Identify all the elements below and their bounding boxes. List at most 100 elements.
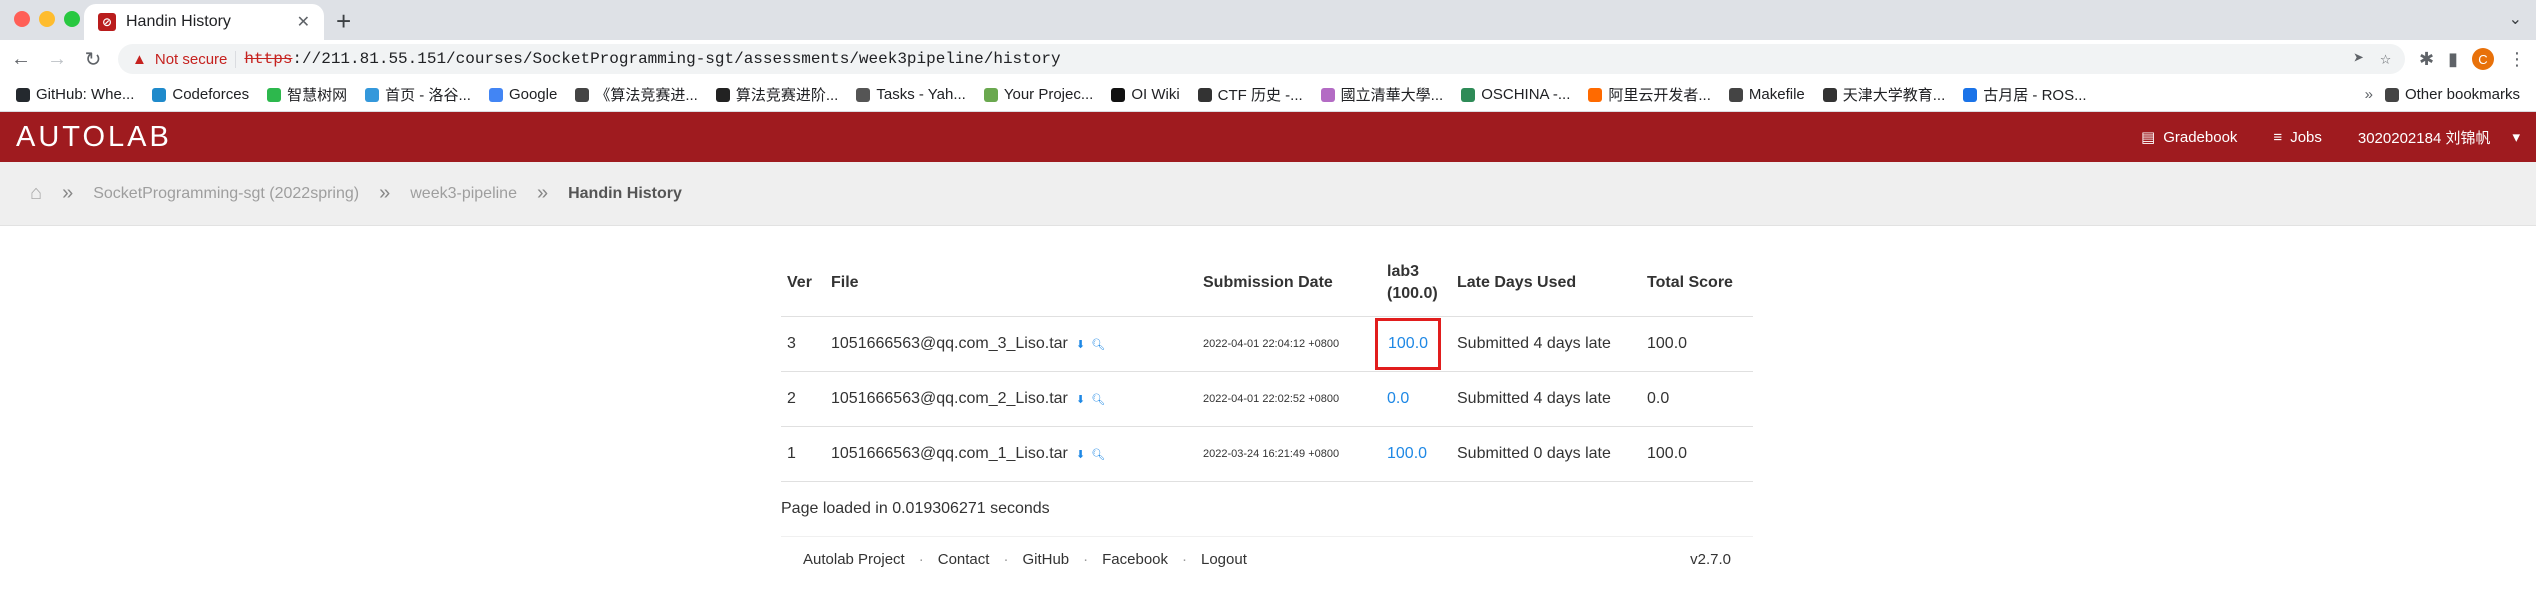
view-source-icon[interactable]: 🔍︎ — [1091, 449, 1111, 461]
bookmark-item[interactable]: Tasks - Yah... — [850, 86, 971, 103]
footer-link[interactable]: GitHub — [1022, 551, 1069, 568]
url-path: ://211.81.55.151/courses/SocketProgrammi… — [292, 50, 1061, 68]
problem-score-link[interactable]: 100.0 — [1388, 335, 1428, 352]
table-header-row: Ver File Submission Date lab3 (100.0) La… — [781, 250, 1753, 317]
send-icon[interactable]: ➤ — [2353, 48, 2364, 70]
view-source-icon[interactable]: 🔍︎ — [1091, 394, 1111, 406]
bookmark-item[interactable]: CTF 历史 -... — [1192, 84, 1309, 105]
bookmark-item[interactable]: Google — [483, 86, 563, 103]
footer-link[interactable]: Autolab Project — [803, 551, 905, 568]
bookmark-label: 國立清華大學... — [1340, 87, 1444, 104]
bookmark-item[interactable]: 天津大学教育... — [1817, 84, 1952, 105]
bookmark-item[interactable]: OI Wiki — [1105, 86, 1185, 103]
user-menu[interactable]: 3020202184 刘锦帆 ▾ — [2358, 127, 2520, 148]
extensions-icon[interactable]: ✱ — [2419, 49, 2434, 70]
header-file: File — [825, 250, 1197, 317]
bookmark-item[interactable]: 《算法竞赛进... — [569, 84, 704, 105]
bookmark-label: 首页 - 洛谷... — [385, 87, 471, 104]
gradebook-link[interactable]: ▤ Gradebook — [2141, 128, 2237, 147]
google-icon — [488, 87, 503, 102]
back-icon[interactable]: ← — [10, 48, 32, 71]
browser-tab[interactable]: ⊘ Handin History ✕ — [84, 4, 324, 40]
header-total: Total Score — [1641, 250, 1753, 317]
book-icon — [575, 87, 590, 102]
submission-date: 2022-04-01 22:04:12 +0800 — [1197, 316, 1381, 372]
address-bar[interactable]: ▲ Not secure https://211.81.55.151/cours… — [118, 44, 2405, 74]
reload-icon[interactable]: ↻ — [82, 47, 104, 72]
minimize-window-button[interactable] — [39, 11, 55, 27]
problem-score-link[interactable]: 0.0 — [1387, 390, 1409, 407]
file-name: 1051666563@qq.com_3_Liso.tar — [831, 334, 1068, 352]
home-icon[interactable]: ⌂ — [30, 182, 42, 205]
late-days-cell: Submitted 0 days late — [1451, 426, 1641, 482]
download-icon[interactable]: ⬇ — [1076, 339, 1091, 351]
bookmark-star-icon[interactable]: ☆ — [2380, 48, 2391, 70]
bookmark-item[interactable]: Makefile — [1723, 86, 1811, 103]
new-tab-button[interactable]: + — [336, 8, 351, 34]
tasks-icon — [856, 87, 871, 102]
profile-avatar[interactable]: C — [2472, 48, 2494, 70]
bookmark-label: CTF 历史 -... — [1217, 87, 1303, 104]
breadcrumb-assessment[interactable]: week3-pipeline — [410, 185, 517, 203]
bookmark-item[interactable]: Codeforces — [146, 86, 255, 103]
side-panel-icon[interactable]: ▮ — [2448, 49, 2458, 70]
submission-date: 2022-04-01 22:02:52 +0800 — [1197, 371, 1381, 427]
bookmark-label: 古月居 - ROS... — [1983, 87, 2087, 104]
close-tab-icon[interactable]: ✕ — [297, 12, 310, 32]
autolab-favicon-icon: ⊘ — [98, 13, 116, 31]
more-bookmarks-icon[interactable]: » — [2365, 86, 2373, 103]
bookmark-item[interactable]: 智慧树网 — [261, 84, 353, 105]
other-bookmarks-folder[interactable]: Other bookmarks — [2379, 86, 2526, 103]
total-score-cell: 100.0 — [1641, 316, 1753, 372]
bookmark-item[interactable]: OSCHINA -... — [1455, 86, 1576, 103]
jobs-link[interactable]: ≡ Jobs — [2273, 129, 2321, 146]
problem-score-cell: 100.0 — [1381, 426, 1451, 482]
tab-search-icon[interactable]: ⌄ — [2509, 9, 2522, 29]
gradebook-icon: ▤ — [2141, 129, 2156, 146]
tab-title: Handin History — [126, 13, 231, 30]
user-name: 3020202184 刘锦帆 — [2357, 129, 2491, 147]
close-window-button[interactable] — [14, 11, 30, 27]
file-cell: 1051666563@qq.com_1_Liso.tar ⬇🔍︎ — [825, 426, 1197, 482]
bookmark-label: 智慧树网 — [287, 87, 348, 104]
bookmark-label: OI Wiki — [1131, 86, 1180, 103]
problem-score-link[interactable]: 100.0 — [1387, 445, 1427, 462]
bookmark-item[interactable]: 古月居 - ROS... — [1957, 84, 2092, 105]
header-problem-name: lab3 — [1387, 262, 1420, 280]
file-name: 1051666563@qq.com_1_Liso.tar — [831, 444, 1068, 462]
version-cell: 2 — [781, 371, 825, 427]
breadcrumb-course[interactable]: SocketProgramming-sgt (2022spring) — [93, 185, 359, 203]
autolab-logo[interactable]: AUTOLAB — [16, 121, 172, 154]
bookmark-item[interactable]: 首页 - 洛谷... — [359, 84, 477, 105]
nthu-icon — [1320, 87, 1335, 102]
bookmark-item[interactable]: Your Projec... — [978, 86, 1100, 103]
bookmark-item[interactable]: GitHub: Whe... — [10, 86, 140, 103]
browser-menu-icon[interactable]: ⋮ — [2508, 49, 2526, 70]
header-problem: lab3 (100.0) — [1381, 250, 1451, 317]
breadcrumb: ⌂ » SocketProgramming-sgt (2022spring) »… — [0, 162, 2536, 226]
footer-link[interactable]: Facebook — [1102, 551, 1168, 568]
total-score-cell: 100.0 — [1641, 426, 1753, 482]
bookmark-item[interactable]: 國立清華大學... — [1315, 84, 1450, 105]
codeforces-icon — [152, 87, 167, 102]
footer-link[interactable]: Contact — [938, 551, 990, 568]
header-date: Submission Date — [1197, 250, 1381, 317]
download-icon[interactable]: ⬇ — [1076, 449, 1091, 461]
forward-icon[interactable]: → — [46, 48, 68, 71]
footer-separator: · — [1182, 551, 1187, 568]
aliyun-icon — [1588, 87, 1603, 102]
highlight-box: 100.0 — [1375, 317, 1442, 370]
not-secure-label[interactable]: Not secure — [155, 50, 237, 68]
folder-icon — [1728, 87, 1743, 102]
header-late: Late Days Used — [1451, 250, 1641, 317]
bookmark-item[interactable]: 算法竞赛进阶... — [710, 84, 845, 105]
version-cell: 1 — [781, 426, 825, 482]
download-icon[interactable]: ⬇ — [1076, 394, 1091, 406]
view-source-icon[interactable]: 🔍︎ — [1091, 339, 1111, 351]
breadcrumb-separator-icon: » — [379, 182, 391, 204]
footer-link[interactable]: Logout — [1201, 551, 1247, 568]
maximize-window-button[interactable] — [64, 11, 80, 27]
footer-separator: · — [918, 551, 924, 568]
bookmark-item[interactable]: 阿里云开发者... — [1582, 84, 1717, 105]
header-problem-max: (100.0) — [1387, 284, 1438, 302]
